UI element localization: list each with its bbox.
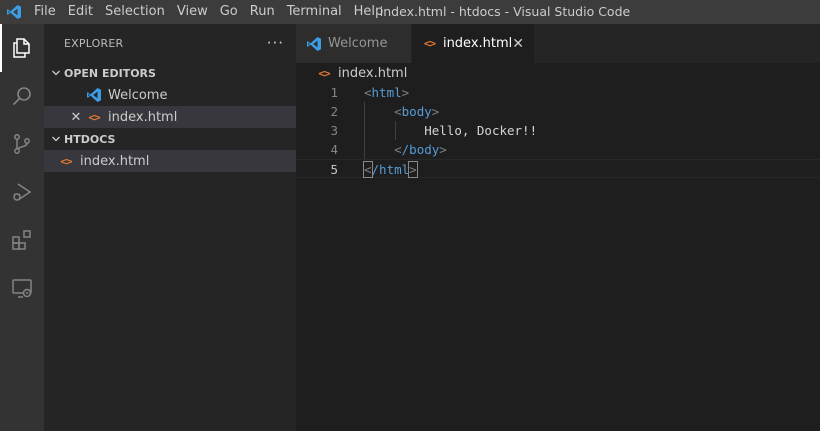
open-editor-item[interactable]: ✕ <> index.html [44,106,296,128]
tab-bar: Welcome <> index.html ✕ [296,24,820,63]
menu-view[interactable]: View [171,0,214,24]
close-icon[interactable]: ✕ [512,36,524,52]
sidebar-header: EXPLORER ··· [44,24,296,62]
vscode-logo-icon [0,0,28,24]
menu-terminal[interactable]: Terminal [281,0,348,24]
file-item[interactable]: <> index.html [44,150,296,172]
folder-section[interactable]: HTDOCS [44,128,296,150]
line-number: 5 [330,162,338,177]
current-code-line: 5 </html> [296,159,820,178]
vscode-icon [86,87,102,103]
open-editors-label: OPEN EDITORS [64,66,156,80]
code-line: 3 Hello, Docker!! [296,121,820,140]
menu-bar: File Edit Selection View Go Run Terminal… [28,0,389,24]
menu-help[interactable]: Help [348,0,390,24]
open-editor-label: Welcome [108,87,168,103]
chevron-down-icon [48,131,64,147]
source-control-icon[interactable] [0,120,44,168]
explorer-sidebar: EXPLORER ··· OPEN EDITORS Welcome ✕ <> i… [44,24,296,431]
line-number: 3 [330,123,338,138]
open-editors-section[interactable]: OPEN EDITORS [44,62,296,84]
menu-selection[interactable]: Selection [99,0,171,24]
activity-bar [0,24,44,431]
menu-run[interactable]: Run [244,0,281,24]
code-editor[interactable]: 1 <html> 2 <body> 3 Hello, Docker!! 4 </… [296,83,820,178]
remote-explorer-icon[interactable] [0,264,44,312]
breadcrumb-file[interactable]: index.html [338,66,407,81]
breadcrumb: <> index.html [296,63,820,83]
code-line: 4 </body> [296,140,820,159]
html-file-icon: <> [60,154,72,168]
html-file-icon: <> [88,110,100,124]
tab-label: Welcome [328,36,388,51]
close-icon[interactable]: ✕ [68,110,84,125]
line-text: </html> [363,161,418,178]
explorer-icon[interactable] [0,24,44,72]
html-file-icon: <> [423,37,436,50]
menu-edit[interactable]: Edit [62,0,99,24]
more-actions-icon[interactable]: ··· [267,34,284,52]
line-text: Hello, Docker!! [424,123,538,138]
line-text: </body> [394,142,447,157]
menu-file[interactable]: File [28,0,62,24]
extensions-icon[interactable] [0,216,44,264]
code-line: 2 <body> [296,102,820,121]
search-icon[interactable] [0,72,44,120]
title-bar: File Edit Selection View Go Run Terminal… [0,0,820,24]
line-text: <body> [394,104,440,119]
code-line: 1 <html> [296,83,820,102]
html-file-icon: <> [318,66,330,80]
open-editor-item[interactable]: Welcome [44,84,296,106]
file-label: index.html [80,153,150,169]
run-debug-icon[interactable] [0,168,44,216]
sidebar-title: EXPLORER [64,36,124,50]
tab-index-html[interactable]: <> index.html ✕ [412,24,535,63]
line-text: <html> [364,85,410,100]
menu-go[interactable]: Go [214,0,244,24]
line-number: 2 [330,104,338,119]
line-number: 1 [330,85,338,100]
folder-label: HTDOCS [64,132,116,146]
editor-area: Welcome <> index.html ✕ <> index.html 1 … [296,24,820,431]
vscode-icon [306,36,322,52]
line-number: 4 [330,142,338,157]
tab-label: index.html [442,36,513,51]
tab-welcome[interactable]: Welcome [296,24,412,63]
chevron-down-icon [48,65,64,81]
open-editor-label: index.html [108,109,178,125]
